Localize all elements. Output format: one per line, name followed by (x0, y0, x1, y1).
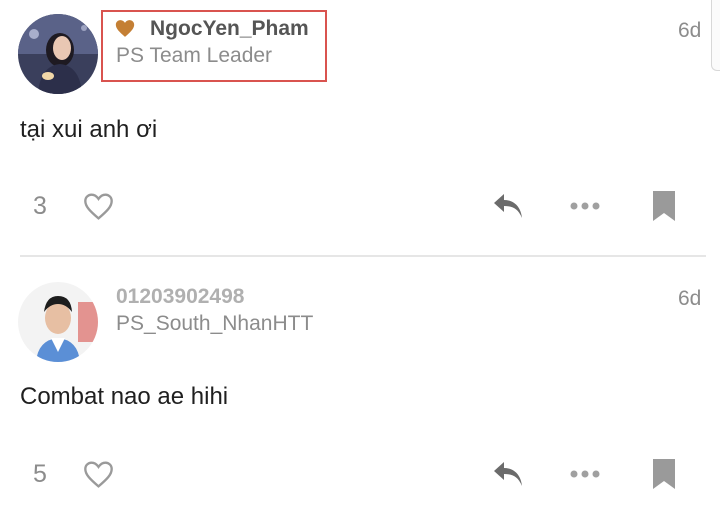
reply-button[interactable] (488, 456, 528, 492)
heart-outline-icon (83, 192, 113, 220)
heart-icon (115, 19, 135, 43)
more-button[interactable] (565, 460, 605, 488)
author-title: PS_South_NhanHTT (116, 312, 314, 335)
like-count: 5 (33, 460, 47, 488)
avatar[interactable] (18, 14, 98, 94)
like-button[interactable] (78, 456, 118, 492)
post-content: Combat nao ae hihi (20, 383, 229, 410)
post-divider (20, 255, 706, 257)
author-title: PS Team Leader (116, 44, 273, 67)
like-button[interactable] (78, 188, 118, 224)
bookmark-button[interactable] (648, 456, 680, 492)
author-name[interactable]: 01203902498 (116, 285, 244, 309)
post-time: 6d (678, 19, 702, 42)
author-name[interactable]: NgocYen_Pham (150, 17, 309, 41)
more-dots-icon (570, 470, 600, 478)
avatar[interactable] (18, 282, 98, 362)
reply-button[interactable] (488, 188, 528, 224)
more-button[interactable] (565, 192, 605, 220)
reply-icon (494, 462, 522, 486)
bookmark-button[interactable] (648, 188, 680, 224)
heart-outline-icon (83, 460, 113, 488)
bookmark-icon (653, 191, 675, 221)
like-count: 3 (33, 192, 47, 220)
reply-icon (494, 194, 522, 218)
scrollbar[interactable] (711, 0, 720, 71)
bookmark-icon (653, 459, 675, 489)
more-dots-icon (570, 202, 600, 210)
post-time: 6d (678, 287, 702, 310)
post-content: tại xui anh ơi (20, 116, 158, 143)
